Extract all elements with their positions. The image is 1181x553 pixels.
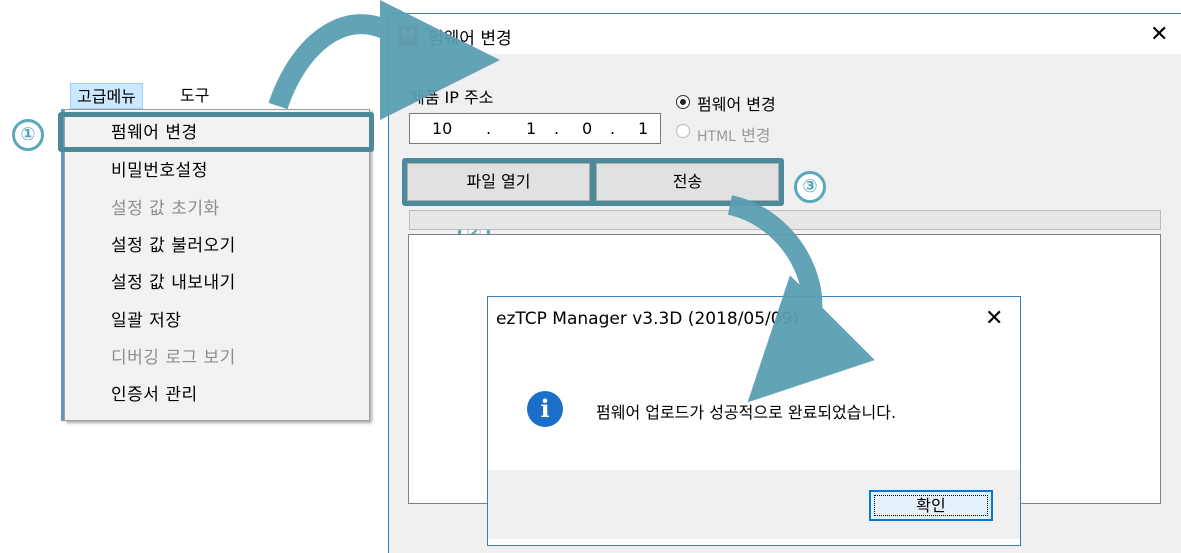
progress-bar bbox=[409, 210, 1161, 230]
menu-item-import-settings[interactable]: 설정 값 불러오기 bbox=[111, 234, 236, 258]
ip-octet-3[interactable]: 0 bbox=[582, 119, 592, 138]
ip-octet-4[interactable]: 1 bbox=[638, 119, 648, 138]
firmware-dialog-close-icon[interactable]: ✕ bbox=[1150, 24, 1168, 46]
menu-item-export-settings[interactable]: 설정 값 내보내기 bbox=[111, 271, 236, 295]
ip-address-label: 제품 IP 주소 bbox=[410, 88, 494, 107]
radio-html-change bbox=[676, 124, 690, 138]
message-box-close-icon[interactable]: ✕ bbox=[985, 308, 1003, 330]
step-3-badge: ③ bbox=[794, 171, 826, 203]
message-text: 펌웨어 업로드가 성공적으로 완료되었습니다. bbox=[596, 403, 897, 422]
ok-button[interactable]: 확인 bbox=[869, 490, 993, 521]
menu-item-certificate-management[interactable]: 인증서 관리 bbox=[111, 383, 198, 407]
ip-dot: . bbox=[486, 119, 492, 138]
app-icon: M bbox=[398, 26, 418, 46]
dropdown-menu: 펌웨어 변경 비밀번호설정 설정 값 초기화 설정 값 불러오기 설정 값 내보… bbox=[64, 109, 370, 421]
firmware-dialog-title: 펌웨어 변경 bbox=[428, 29, 512, 49]
message-box-title: ezTCP Manager v3.3D (2018/05/09) bbox=[496, 309, 800, 329]
ip-octet-1[interactable]: 10 bbox=[432, 119, 452, 138]
menu-item-password-setting[interactable]: 비밀번호설정 bbox=[111, 159, 208, 183]
menubar-advanced-menu[interactable]: 고급메뉴 bbox=[70, 83, 143, 109]
ip-dot: . bbox=[610, 119, 616, 138]
radio-firmware-change-label: 펌웨어 변경 bbox=[697, 95, 776, 114]
menubar: 고급메뉴 도구 bbox=[62, 83, 362, 109]
menu-item-reset-settings: 설정 값 초기화 bbox=[111, 199, 220, 219]
menu-item-debug-log: 디버깅 로그 보기 bbox=[111, 348, 236, 368]
ip-octet-2[interactable]: 1 bbox=[526, 119, 536, 138]
menubar-tools[interactable]: 도구 bbox=[174, 83, 215, 109]
highlight-divider bbox=[590, 158, 596, 206]
step-1-badge: ① bbox=[12, 119, 44, 151]
menu-item-batch-save[interactable]: 일괄 저장 bbox=[111, 309, 181, 333]
radio-html-change-label: HTML 변경 bbox=[697, 126, 771, 145]
info-icon: i bbox=[527, 391, 563, 427]
highlight-firmware-change bbox=[58, 112, 374, 152]
ip-dot: . bbox=[554, 119, 560, 138]
radio-firmware-change[interactable] bbox=[676, 95, 690, 109]
ip-address-input[interactable]: 10 . 1 . 0 . 1 bbox=[409, 113, 661, 144]
